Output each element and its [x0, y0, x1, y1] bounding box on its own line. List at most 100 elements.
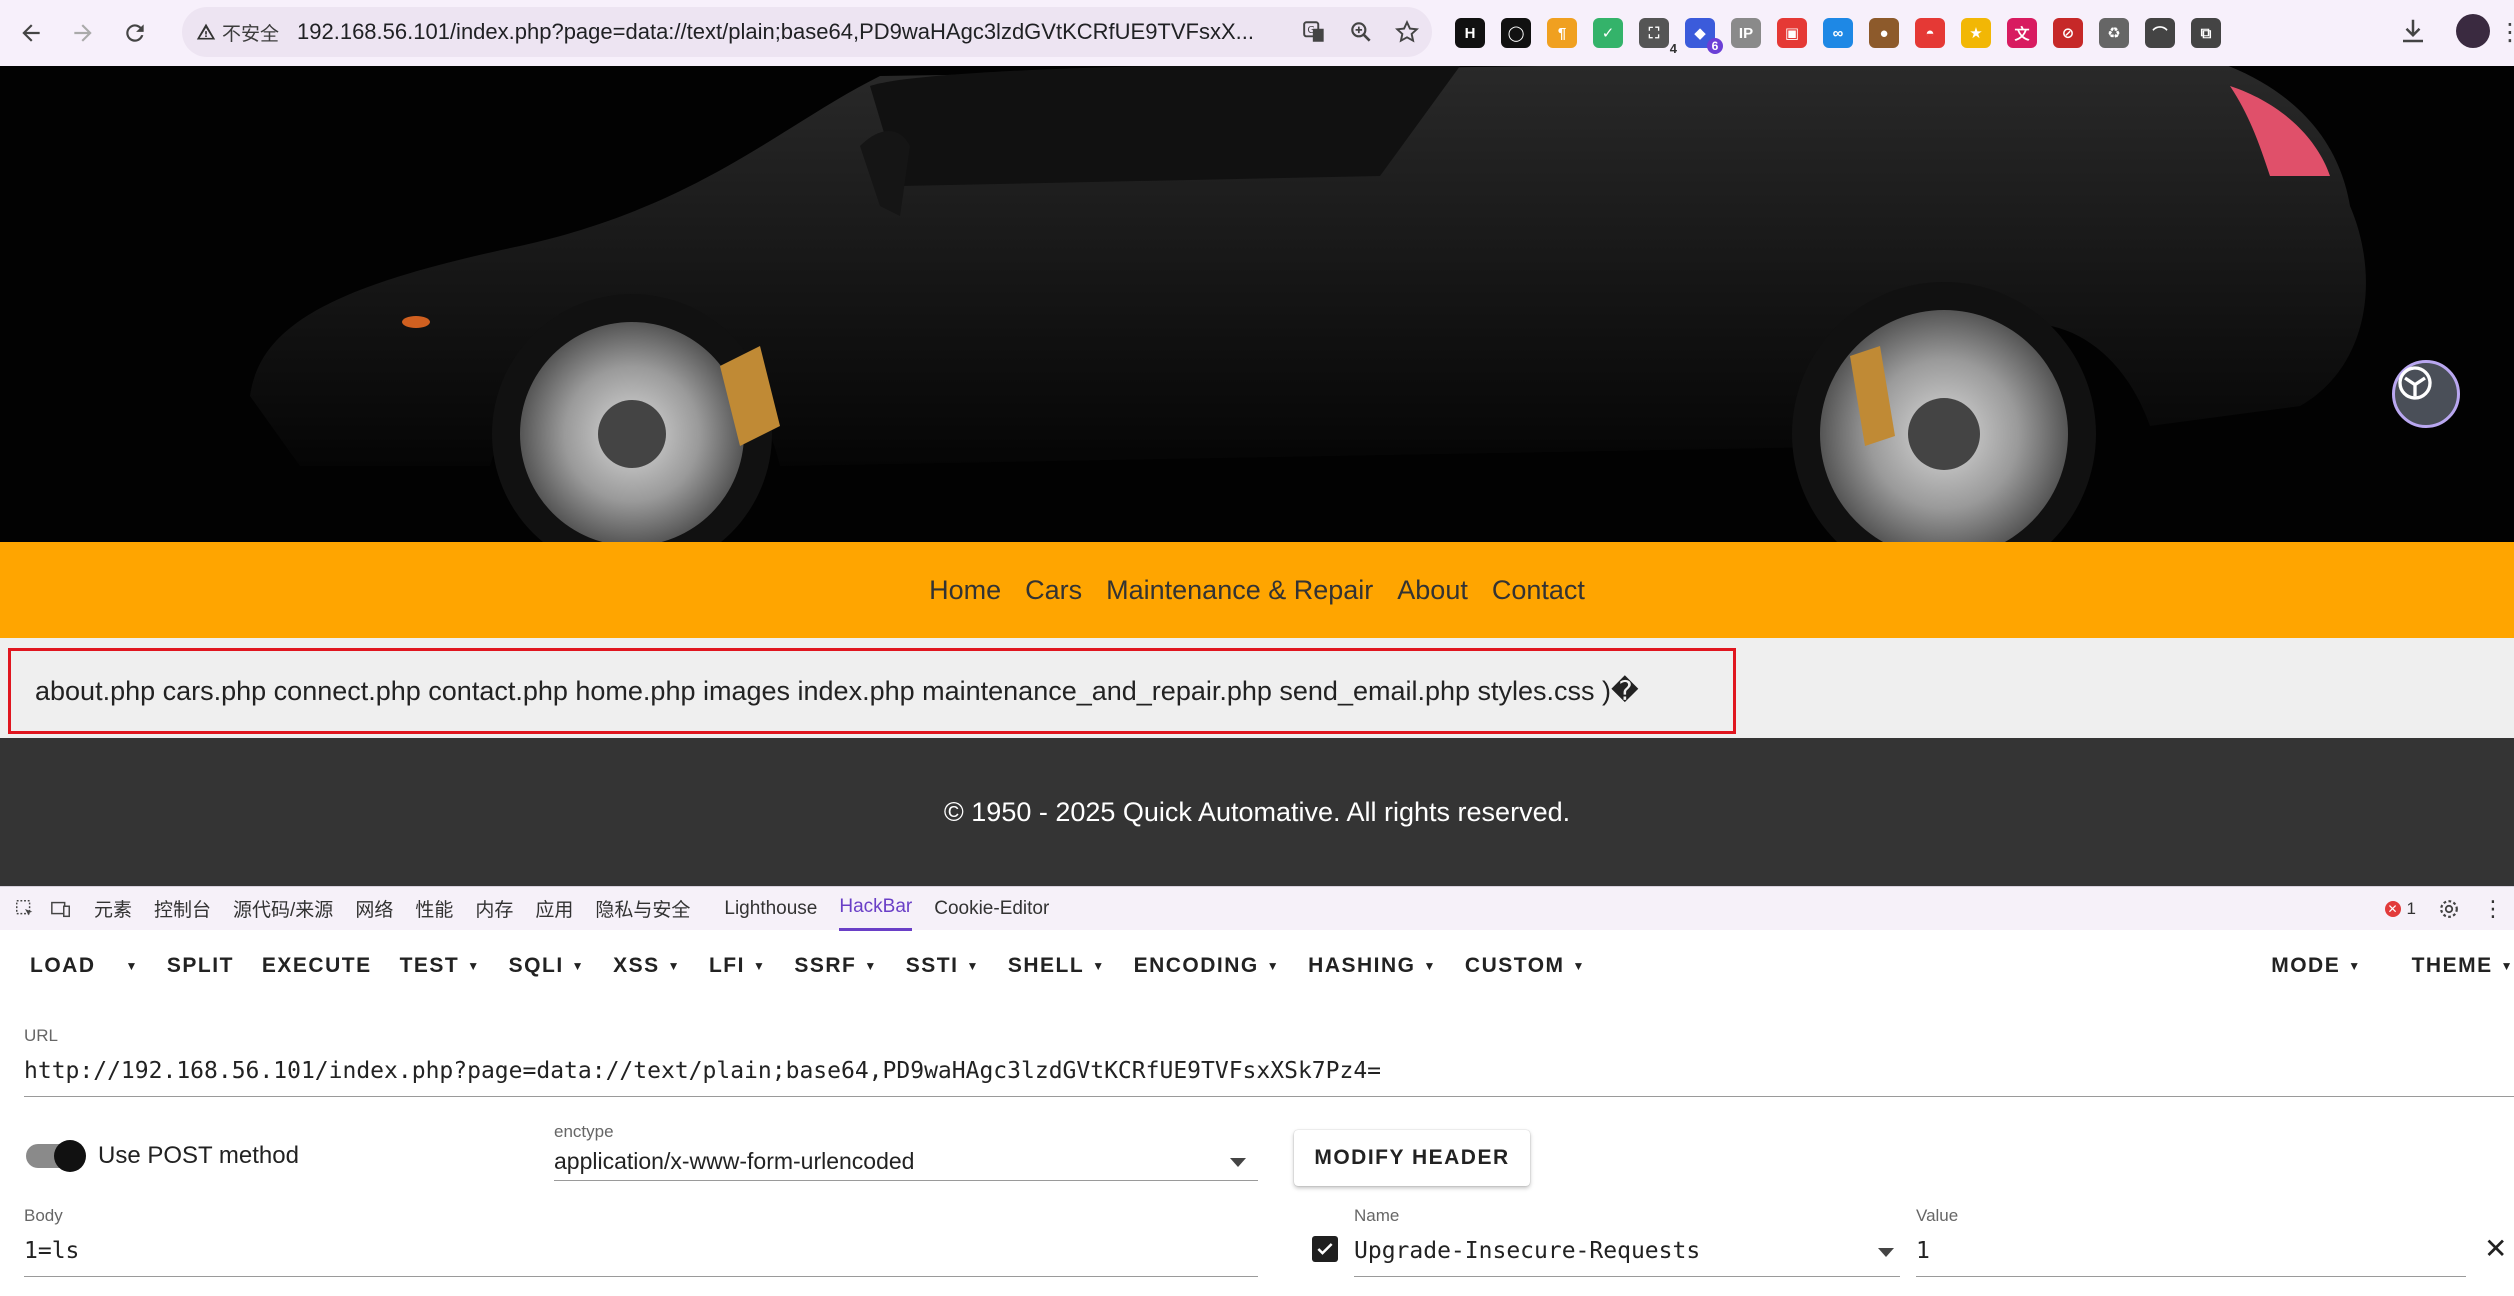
hackbar-menu-theme[interactable]: THEME ▼	[2412, 954, 2514, 978]
devtools-tab[interactable]: 内存	[475, 887, 513, 931]
goggles-ext-icon[interactable]: ∞	[1823, 18, 1853, 48]
screenshot-ext-icon[interactable]: ⛶ 4	[1639, 18, 1677, 56]
pokeball-ext-icon[interactable]: ◓	[1915, 18, 1945, 48]
recycle-ext-icon[interactable]: ♻	[2099, 18, 2129, 48]
caret-down-icon: ▼	[864, 959, 878, 973]
translate-ext-icon[interactable]: 文	[2007, 18, 2037, 48]
device-toggle-icon[interactable]	[50, 898, 72, 920]
menu-label: LFI	[708, 954, 745, 977]
hackbar-menu-xss[interactable]: XSS ▼	[613, 954, 681, 978]
nav-cars-link[interactable]: Cars	[1025, 575, 1082, 606]
puzzle-ext-icon[interactable]: ⧉	[2191, 18, 2221, 48]
hackbar-menu-ssti[interactable]: SSTI ▼	[906, 954, 980, 978]
settings-gear-icon[interactable]	[2438, 898, 2460, 920]
caret-down-icon: ▼	[571, 959, 586, 973]
devtools-tab[interactable]: 隐私与安全	[595, 887, 690, 931]
caret-down-icon: ▼	[1423, 959, 1437, 973]
back-button[interactable]	[10, 12, 52, 54]
hackbar-ext-icon[interactable]: H	[1455, 18, 1485, 48]
shield-ext-icon[interactable]: ✓	[1593, 18, 1623, 48]
devtools-tab[interactable]: 控制台	[154, 887, 211, 931]
hackbar-menu-mode[interactable]: MODE ▼	[2271, 954, 2361, 978]
forward-button[interactable]	[62, 12, 104, 54]
command-output: about.php cars.php connect.php contact.p…	[8, 648, 1736, 734]
header-name-chevron-icon[interactable]	[1878, 1248, 1894, 1257]
hackbar-menu-test[interactable]: TEST ▼	[400, 954, 481, 978]
site-footer: © 1950 - 2025 Quick Automative. All righ…	[0, 738, 2514, 886]
header-value-input[interactable]: 1	[1916, 1238, 1930, 1264]
inspect-element-icon[interactable]	[14, 898, 36, 920]
devtools-tab[interactable]: HackBar	[839, 887, 913, 931]
bookmark-star-icon[interactable]	[1394, 19, 1420, 45]
error-counter[interactable]: ✕ 1	[2384, 899, 2416, 919]
hackbar-menu-split[interactable]: SPLIT	[167, 954, 234, 978]
hackbar-menu-shell[interactable]: SHELL ▼	[1008, 954, 1106, 978]
privacy-ext-icon[interactable]: ⊘	[2053, 18, 2083, 48]
arrow-left-icon	[22, 24, 40, 42]
red-ext-icon[interactable]: ▣	[1777, 18, 1807, 48]
browser-menu-button[interactable]: ⋮	[2498, 18, 2514, 47]
extension-glyph: ◓	[1925, 24, 1935, 42]
profile-avatar[interactable]	[2456, 14, 2490, 48]
extension-glyph: H	[1464, 24, 1476, 42]
body-input[interactable]: 1=ls	[24, 1238, 79, 1264]
downloads-button[interactable]	[2398, 16, 2428, 51]
caret-down-icon: ▼	[752, 959, 767, 973]
header-enabled-checkbox[interactable]	[1312, 1236, 1338, 1262]
security-indicator[interactable]: 不安全	[196, 19, 279, 46]
menu-label: MODE	[2271, 954, 2341, 977]
caret-down-icon: ▼	[2500, 959, 2514, 973]
circle-ext-icon[interactable]: ◯	[1501, 18, 1531, 48]
devtools-tab[interactable]: 性能	[415, 887, 453, 931]
floating-assistant-button[interactable]	[2392, 360, 2460, 428]
zoom-icon[interactable]	[1348, 19, 1374, 45]
hackbar-menu-encoding[interactable]: ENCODING ▼	[1134, 954, 1281, 978]
body-underline	[24, 1276, 1258, 1277]
hackbar-menu-sqli[interactable]: SQLI ▼	[509, 954, 585, 978]
nav-maintenance-link[interactable]: Maintenance & Repair	[1106, 575, 1373, 606]
devtools-tab[interactable]: 应用	[535, 887, 573, 931]
hackbar-menu-hashing[interactable]: HASHING ▼	[1308, 954, 1437, 978]
devtools-more-icon[interactable]: ⋮	[2482, 896, 2504, 922]
address-text[interactable]: 192.168.56.101/index.php?page=data://tex…	[297, 19, 1277, 45]
caret-down-icon: ▼	[1572, 959, 1586, 973]
assistant-icon	[2398, 366, 2432, 400]
hackbar-menu-custom[interactable]: CUSTOM ▼	[1465, 954, 1586, 978]
extension-glyph: ⛶	[1648, 24, 1660, 42]
remove-header-close-icon[interactable]: ✕	[2484, 1232, 2507, 1265]
hat-ext-icon[interactable]: ⌒	[2145, 18, 2175, 48]
nav-home-link[interactable]: Home	[929, 575, 1001, 606]
devtools-tab[interactable]: Cookie-Editor	[934, 887, 1049, 931]
devtools-tab[interactable]: 网络	[355, 887, 393, 931]
extension-glyph: ⊘	[2061, 25, 2075, 42]
warning-icon	[196, 23, 216, 40]
check-icon	[1317, 1243, 1333, 1255]
load-dropdown-caret-icon[interactable]: ▼	[126, 959, 139, 973]
hackbar-menu-load[interactable]: LOAD ▼	[30, 954, 139, 978]
devtools-tab[interactable]: 元素	[94, 887, 132, 931]
chevron-down-icon[interactable]	[1230, 1158, 1246, 1167]
translate-icon[interactable]: G	[1302, 19, 1328, 45]
caret-down-icon: ▼	[2348, 959, 2362, 973]
nav-about-link[interactable]: About	[1397, 575, 1468, 606]
hackbar-menu-lfi[interactable]: LFI ▼	[709, 954, 766, 978]
header-name-label: Name	[1354, 1206, 1400, 1225]
post-method-toggle[interactable]	[26, 1140, 86, 1172]
star-ext-icon[interactable]: ★	[1961, 18, 1991, 48]
devtools-tab[interactable]: 源代码/来源	[233, 887, 333, 931]
hackbar-menu-ssrf[interactable]: SSRF ▼	[794, 954, 877, 978]
hackbar-menu-execute[interactable]: EXECUTE	[262, 954, 372, 978]
header-name-input[interactable]: Upgrade-Insecure-Requests	[1354, 1238, 1700, 1264]
paragraph-ext-icon[interactable]: ¶	[1547, 18, 1577, 48]
extension-ext-icon[interactable]: ◆ 6	[1685, 18, 1723, 54]
address-bar[interactable]: 不安全 192.168.56.101/index.php?page=data:/…	[182, 7, 1432, 57]
cookie-ext-icon[interactable]: ●	[1869, 18, 1899, 48]
modify-header-button[interactable]: MODIFY HEADER	[1294, 1130, 1530, 1186]
download-icon	[2403, 19, 2423, 43]
ip-ext-icon[interactable]: IP	[1731, 18, 1761, 48]
reload-button[interactable]	[114, 12, 156, 54]
nav-contact-link[interactable]: Contact	[1492, 575, 1585, 606]
devtools-tab[interactable]: Lighthouse	[724, 887, 817, 931]
url-input[interactable]: http://192.168.56.101/index.php?page=dat…	[24, 1058, 1381, 1084]
enctype-select[interactable]: application/x-www-form-urlencoded	[554, 1148, 914, 1175]
